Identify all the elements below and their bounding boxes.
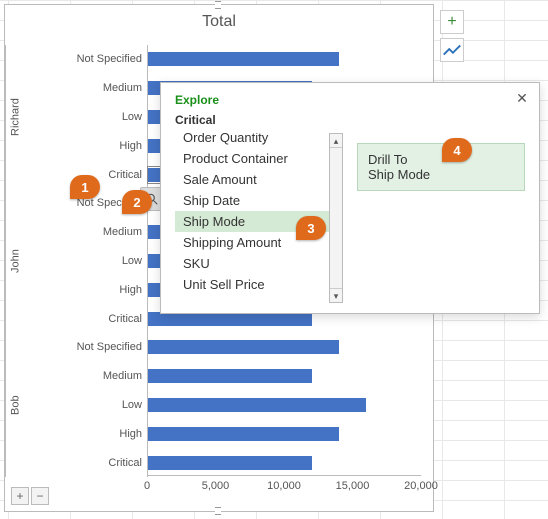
popup-context: Critical <box>175 113 525 127</box>
scroll-up-icon[interactable]: ▴ <box>330 134 342 148</box>
drill-to-box[interactable]: Drill To Ship Mode <box>357 143 525 191</box>
x-tick-label: 20,000 <box>404 480 438 492</box>
list-item[interactable]: Order Quantity <box>175 133 329 148</box>
bar[interactable] <box>148 340 339 354</box>
drill-line1: Drill To <box>368 152 514 167</box>
group-label: Bob <box>5 333 25 477</box>
category-label: Not Specified <box>50 337 148 357</box>
callout-4: 4 <box>442 138 472 162</box>
category-label: Medium <box>50 366 148 386</box>
list-item[interactable]: Product Container <box>175 148 329 169</box>
bar[interactable] <box>148 456 312 470</box>
category-label: Low <box>50 395 148 415</box>
category-label: High <box>50 136 148 156</box>
callout-1: 1 <box>70 175 100 199</box>
category-label: Not Specified <box>50 49 148 69</box>
close-icon[interactable]: ✕ <box>513 89 531 107</box>
explore-popup: ✕ Explore Critical Order QuantityProduct… <box>160 82 540 314</box>
category-label: Medium <box>50 222 148 242</box>
group-label: Richard <box>5 45 25 189</box>
bar[interactable] <box>148 398 366 412</box>
category-label: Low <box>50 107 148 127</box>
chart-styles-button[interactable] <box>440 38 464 62</box>
callout-2: 2 <box>122 190 152 214</box>
listbox-scrollbar[interactable]: ▴ ▾ <box>329 133 343 303</box>
category-label: Low <box>50 251 148 271</box>
list-item[interactable]: SKU <box>175 253 329 274</box>
x-tick-label: 5,000 <box>202 480 230 492</box>
x-tick-label: 10,000 <box>267 480 301 492</box>
list-item[interactable]: Ship Date <box>175 190 329 211</box>
bar[interactable] <box>148 369 312 383</box>
chart-elements-button[interactable]: + <box>440 10 464 34</box>
list-item[interactable]: Sale Amount <box>175 169 329 190</box>
category-label: High <box>50 424 148 444</box>
group-label: John <box>5 189 25 333</box>
x-tick-label: 15,000 <box>336 480 370 492</box>
x-axis: 05,00010,00015,00020,000 <box>147 475 421 503</box>
scroll-down-icon[interactable]: ▾ <box>330 288 342 302</box>
callout-3: 3 <box>296 216 326 240</box>
category-label: High <box>50 280 148 300</box>
bar[interactable] <box>148 427 339 441</box>
category-label: Medium <box>50 78 148 98</box>
zoom-out-button[interactable]: − <box>31 487 49 505</box>
list-item[interactable]: Unit Sell Price <box>175 274 329 295</box>
zoom-in-button[interactable]: + <box>11 487 29 505</box>
popup-title: Explore <box>175 93 525 107</box>
chart-title: Total <box>5 5 433 33</box>
category-label: Critical <box>50 453 148 473</box>
category-label: Critical <box>50 309 148 329</box>
x-tick-label: 0 <box>144 480 150 492</box>
drill-line2: Ship Mode <box>368 167 514 182</box>
bar[interactable] <box>148 52 339 66</box>
